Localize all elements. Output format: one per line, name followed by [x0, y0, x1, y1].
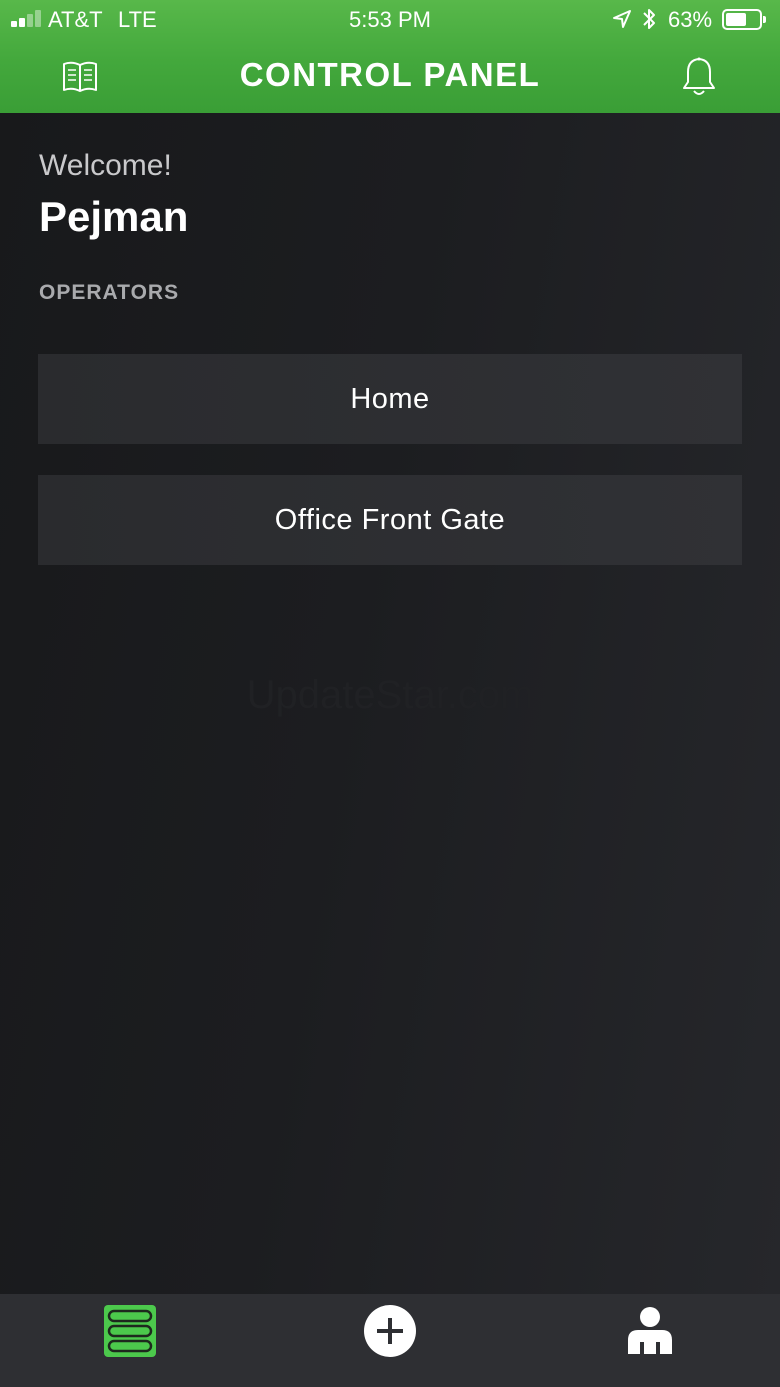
operator-office-front-gate-button[interactable]: Office Front Gate [38, 475, 742, 565]
location-arrow-icon [613, 10, 631, 28]
bluetooth-icon [643, 9, 655, 29]
page-title: CONTROL PANEL [239, 56, 541, 93]
bell-icon[interactable] [680, 56, 718, 98]
tab-bar [0, 1294, 780, 1387]
battery-icon [722, 9, 766, 31]
status-time: 5:53 PM [349, 7, 431, 32]
operator-home-button[interactable]: Home [38, 354, 742, 444]
battery-percent: 63% [668, 7, 713, 32]
operators-list-icon[interactable] [103, 1304, 157, 1358]
status-bar: AT&T LTE 5:53 PM 63% [0, 0, 780, 40]
user-name: Pejman [39, 193, 189, 240]
operators-section-label: OPERATORS [39, 281, 180, 304]
app-header: AT&T LTE 5:53 PM 63% CONTROL PANEL [0, 0, 780, 113]
watermark-text: UpdateStar.com [246, 673, 534, 717]
welcome-text: Welcome! [39, 149, 172, 182]
main-content: Welcome! Pejman OPERATORS Home Office Fr… [0, 113, 780, 1294]
add-circle-icon[interactable] [363, 1304, 417, 1358]
account-icon[interactable] [625, 1306, 675, 1356]
